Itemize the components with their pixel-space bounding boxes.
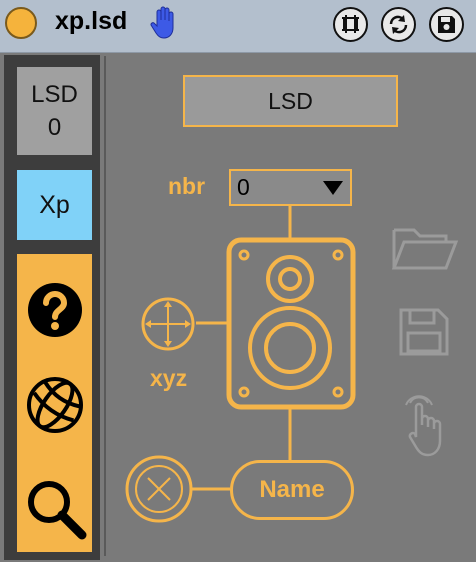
xyz-crosshair-icon[interactable] (140, 296, 196, 352)
search-icon[interactable] (26, 479, 88, 541)
tool-column (17, 254, 92, 552)
folder-icon[interactable] (390, 222, 460, 272)
window-title: xp.lsd (55, 7, 128, 35)
status-dot[interactable] (5, 7, 37, 39)
save-window-button[interactable] (429, 7, 464, 42)
save-icon (438, 16, 455, 33)
lsd-counter-label: LSD (31, 81, 78, 108)
nbr-label: nbr (168, 173, 206, 199)
present-icon (342, 15, 359, 33)
lsd-counter-value: 0 (47, 114, 62, 141)
help-icon[interactable] (27, 282, 83, 338)
lsd-button[interactable]: LSD (183, 75, 398, 127)
disk-icon[interactable] (398, 307, 450, 357)
clear-x-icon[interactable] (124, 454, 194, 524)
xyz-label: xyz (150, 365, 188, 391)
name-button[interactable]: Name (230, 460, 354, 520)
nbr-value: 0 (237, 174, 250, 200)
speaker-icon[interactable] (226, 237, 356, 410)
lsd-counter: LSD 0 (17, 67, 92, 155)
pointer-icon[interactable] (402, 393, 448, 459)
title-bar: xp.lsd (0, 0, 476, 53)
present-button[interactable] (333, 7, 368, 42)
refresh-icon (389, 15, 408, 34)
globe-icon[interactable] (26, 376, 84, 434)
xp-button[interactable]: Xp (17, 170, 92, 240)
refresh-button[interactable] (381, 7, 416, 42)
dropdown-arrow-icon (323, 181, 343, 195)
hand-icon[interactable] (150, 6, 180, 40)
